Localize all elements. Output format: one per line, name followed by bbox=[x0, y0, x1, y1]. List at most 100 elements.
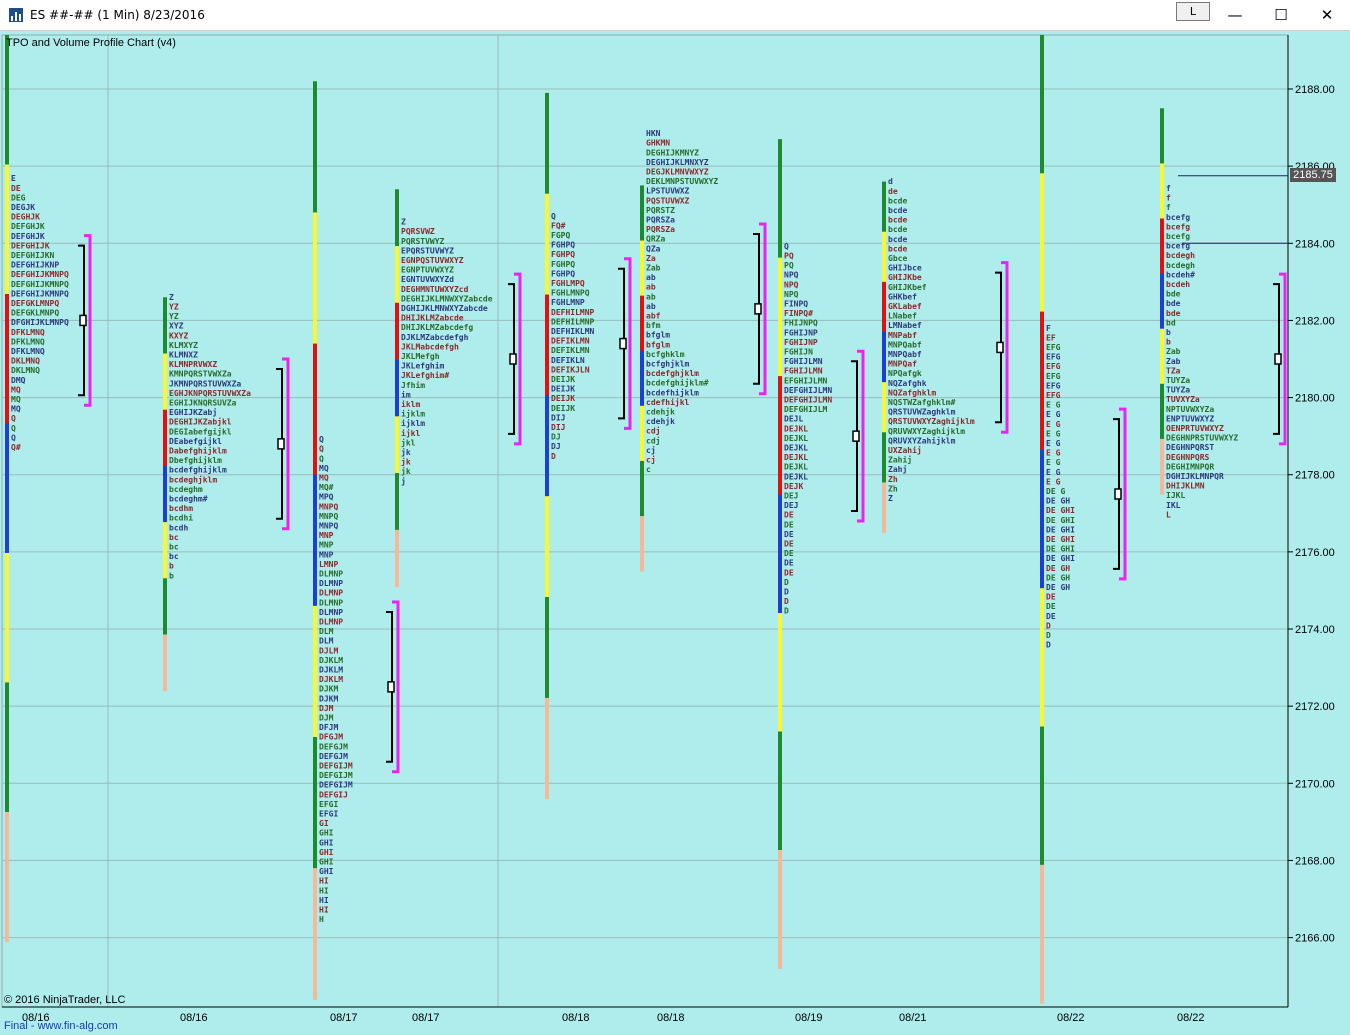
tpo-row: EFG bbox=[1046, 381, 1061, 390]
tpo-row: ijkl bbox=[401, 428, 420, 438]
tpo-row: DKLMNQ bbox=[11, 366, 40, 375]
tpo-row: PQRSVWZ bbox=[401, 227, 435, 236]
tpo-row: HI bbox=[319, 877, 329, 886]
tpo-row: Zab bbox=[1166, 357, 1181, 366]
range-strip-segment bbox=[545, 294, 549, 396]
tpo-row: ab bbox=[646, 302, 656, 311]
range-strip-segment bbox=[778, 849, 782, 969]
tpo-row: MNPQabf bbox=[888, 340, 922, 349]
tpo-row: DE GH bbox=[1046, 497, 1070, 506]
tpo-row: DLMNP bbox=[319, 589, 343, 598]
range-strip-segment bbox=[778, 139, 782, 259]
tpo-row: QRZa bbox=[646, 235, 665, 244]
close-button[interactable]: ✕ bbox=[1304, 0, 1350, 30]
tpo-row: FGHIJLMN bbox=[784, 367, 823, 376]
tpo-row: NQSTWZafghklm# bbox=[888, 398, 956, 407]
tpo-row: JKLefghim bbox=[401, 361, 445, 371]
range-strip-segment bbox=[1160, 218, 1164, 275]
tpo-row: PQRSZa bbox=[646, 215, 675, 224]
y-tick-label: 2182.00 bbox=[1295, 315, 1335, 327]
tpo-row: EFG bbox=[1046, 391, 1061, 400]
tpo-row: Q bbox=[784, 242, 789, 251]
y-tick-label: 2172.00 bbox=[1295, 701, 1335, 713]
range-strip-segment bbox=[778, 613, 782, 732]
tpo-row: DEGHIJKMNYZ bbox=[646, 148, 699, 157]
range-strip-segment bbox=[313, 868, 317, 1000]
tpo-row: j bbox=[401, 476, 406, 486]
tpo-row: HI bbox=[319, 896, 329, 905]
tpo-row: DEFIKLMN bbox=[551, 337, 590, 346]
tpo-row: EFG bbox=[1046, 372, 1061, 381]
chart-title: TPO and Volume Profile Chart (v4) bbox=[6, 37, 176, 49]
chart-panel[interactable]: 2188.002186.002184.002182.002180.002178.… bbox=[0, 31, 1350, 1035]
tpo-row: EGNTUVWXYZd bbox=[401, 275, 454, 284]
tpo-row: jk bbox=[401, 466, 411, 476]
tpo-row: DE GH bbox=[1046, 573, 1070, 582]
tpo-row: Zab bbox=[646, 263, 661, 272]
tpo-row: bc bbox=[169, 533, 179, 542]
tpo-chart[interactable]: 2188.002186.002184.002182.002180.002178.… bbox=[0, 31, 1350, 1035]
tpo-row: bd bbox=[1166, 318, 1176, 327]
tpo-row: FGHIJLMN bbox=[784, 357, 823, 366]
tpo-row: DEIJK bbox=[551, 375, 575, 384]
tpo-row: EPQRSTUVWYZ bbox=[401, 246, 454, 255]
range-strip-segment bbox=[313, 474, 317, 607]
tpo-row: DEFGHIJKN bbox=[11, 251, 55, 260]
minimize-button[interactable]: — bbox=[1212, 0, 1258, 30]
tpo-row: MNPQaf bbox=[888, 360, 917, 369]
tpo-row: DLM bbox=[319, 637, 334, 646]
tpo-row: Gbce bbox=[888, 254, 907, 263]
tpo-row: DE bbox=[784, 549, 794, 558]
tpo-row: NQZafghk bbox=[888, 379, 927, 388]
tpo-row: DFGJM bbox=[319, 733, 343, 742]
tpo-row: MQ bbox=[319, 473, 329, 482]
range-strip-segment bbox=[313, 212, 317, 345]
tpo-row: jk bbox=[401, 447, 411, 457]
tpo-row: KMNPQRSTVWXZa bbox=[169, 370, 232, 379]
poc-marker bbox=[79, 314, 87, 327]
poc-marker bbox=[754, 303, 762, 315]
tpo-row: f bbox=[1166, 194, 1171, 203]
range-strip-segment bbox=[395, 529, 399, 588]
tpo-row: FGHIJNP bbox=[784, 328, 818, 337]
footer-link[interactable]: Final - www.fin-alg.com bbox=[4, 1020, 118, 1032]
tpo-row: E G bbox=[1046, 420, 1061, 429]
tpo-row: MNPQ bbox=[319, 502, 338, 511]
tpo-row: cj bbox=[646, 454, 656, 464]
tpo-row: F bbox=[1046, 324, 1051, 333]
link-button[interactable]: L bbox=[1176, 2, 1210, 21]
tpo-row: MNPQ bbox=[319, 512, 338, 521]
tpo-row: bcdh bbox=[169, 523, 188, 532]
tpo-row: E G bbox=[1046, 477, 1061, 486]
tpo-row: MQ bbox=[11, 395, 21, 404]
tpo-row: DEGHIJKLMNXYZ bbox=[646, 158, 709, 167]
tpo-row: TUYZa bbox=[1166, 376, 1190, 385]
range-strip-segment bbox=[395, 246, 399, 304]
tpo-row: LNabef bbox=[888, 312, 917, 321]
tpo-row: EGHIJKNQRSUVZa bbox=[169, 398, 237, 407]
tpo-row: DEFGHIJLM bbox=[784, 405, 828, 414]
tpo-row: DE bbox=[11, 184, 21, 193]
tpo-row: NQZafghklm bbox=[888, 388, 936, 397]
tpo-row: DEGJKLMNVWXYZ bbox=[646, 167, 709, 176]
range-strip-segment bbox=[1040, 449, 1044, 589]
plot-border bbox=[1, 34, 1289, 1008]
tpo-row: D bbox=[1046, 621, 1051, 630]
range-strip-segment bbox=[1160, 108, 1164, 164]
maximize-button[interactable]: ☐ bbox=[1258, 0, 1304, 30]
tpo-row: IKL bbox=[1166, 501, 1181, 510]
tpo-row: DJKLMZabcdefgh bbox=[401, 333, 469, 342]
tpo-row: TZa bbox=[1166, 366, 1181, 375]
range-strip-segment bbox=[640, 185, 644, 242]
range-strip-segment bbox=[5, 811, 9, 942]
tpo-row: Z bbox=[888, 494, 893, 503]
tpo-row: PQRSTVWYZ bbox=[401, 237, 445, 246]
tpo-row: DHIJKLMZabcdefg bbox=[401, 323, 473, 332]
tpo-row: DE GHI bbox=[1046, 545, 1075, 554]
tpo-row: D bbox=[1046, 631, 1051, 640]
tpo-row: QRUVXYZahijklm bbox=[888, 435, 956, 445]
tpo-row: UXZahij bbox=[888, 445, 922, 455]
tpo-row: Z bbox=[169, 293, 174, 302]
tpo-row: bde bbox=[1166, 309, 1181, 318]
tpo-row: f bbox=[1166, 203, 1171, 212]
